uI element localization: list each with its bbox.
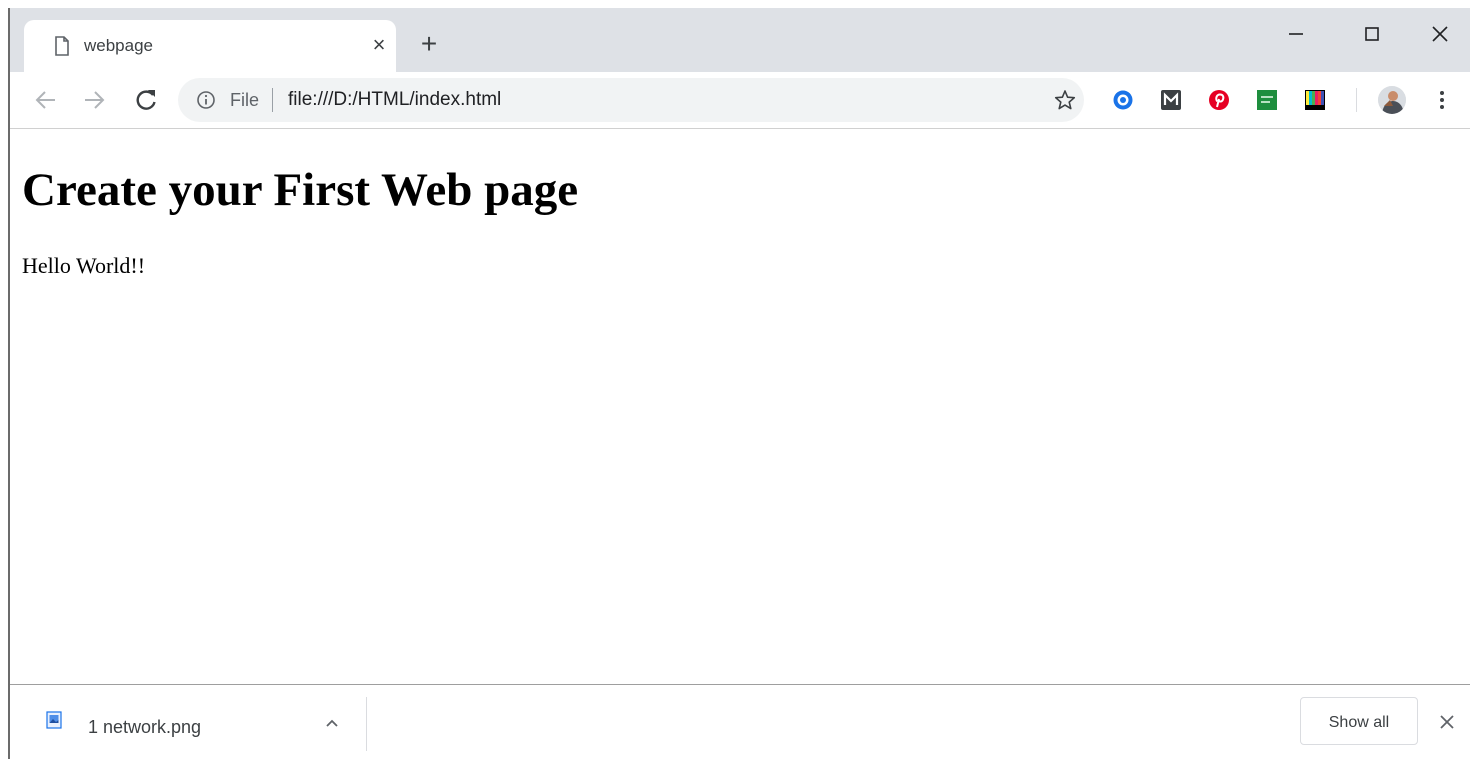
- close-icon[interactable]: [1436, 711, 1458, 733]
- minimize-icon: [1289, 33, 1303, 35]
- chevron-up-icon[interactable]: [322, 713, 342, 733]
- toolbar: File file:///D:/HTML/index.html: [10, 72, 1470, 129]
- extension-blue-circle-icon[interactable]: [1112, 89, 1134, 111]
- show-all-button[interactable]: Show all: [1300, 697, 1418, 745]
- maximize-icon: [1365, 27, 1379, 41]
- window-border: [8, 8, 10, 759]
- forward-arrow-icon[interactable]: [80, 86, 108, 114]
- extension-green-square-icon[interactable]: [1256, 89, 1278, 111]
- info-circle-icon[interactable]: [196, 90, 216, 110]
- pinterest-icon[interactable]: [1208, 89, 1230, 111]
- tab-strip: webpage × +: [10, 8, 1470, 72]
- close-window-button[interactable]: [1410, 14, 1470, 54]
- url-text[interactable]: file:///D:/HTML/index.html: [288, 89, 501, 111]
- maximize-button[interactable]: [1342, 14, 1402, 54]
- page-icon: [55, 36, 69, 56]
- close-icon: [1432, 26, 1448, 42]
- toolbar-divider: [1356, 88, 1357, 112]
- omnibox-divider: [272, 88, 273, 112]
- profile-photo-icon: [1378, 86, 1406, 114]
- extension-m-icon[interactable]: [1160, 89, 1182, 111]
- minimize-button[interactable]: [1266, 14, 1326, 54]
- avatar[interactable]: [1378, 86, 1406, 114]
- reload-icon[interactable]: [132, 86, 160, 114]
- download-separator: [366, 697, 367, 751]
- back-arrow-icon[interactable]: [32, 86, 60, 114]
- new-tab-button[interactable]: +: [414, 30, 444, 60]
- star-outline-icon[interactable]: [1054, 89, 1076, 111]
- address-bar[interactable]: File file:///D:/HTML/index.html: [178, 78, 1084, 122]
- page-paragraph: Hello World!!: [22, 253, 146, 278]
- scheme-label: File: [230, 90, 260, 110]
- page-heading: Create your First Web page: [22, 164, 579, 216]
- image-file-icon: [46, 711, 62, 729]
- tab-close-icon[interactable]: ×: [366, 32, 392, 58]
- tab-title: webpage: [84, 36, 154, 55]
- page-content: Create your First Web page Hello World!!: [10, 129, 1470, 684]
- tab-webpage[interactable]: webpage ×: [24, 20, 396, 72]
- more-vert-icon[interactable]: [1430, 88, 1454, 112]
- browser-window: webpage × + File file:///D:/HTML/index.h…: [0, 0, 1470, 760]
- download-item[interactable]: 1 network.png: [10, 685, 368, 760]
- download-filename: 1 network.png: [88, 717, 202, 737]
- download-shelf: 1 network.png Show all: [10, 684, 1470, 760]
- extension-color-bars-icon[interactable]: [1304, 89, 1326, 111]
